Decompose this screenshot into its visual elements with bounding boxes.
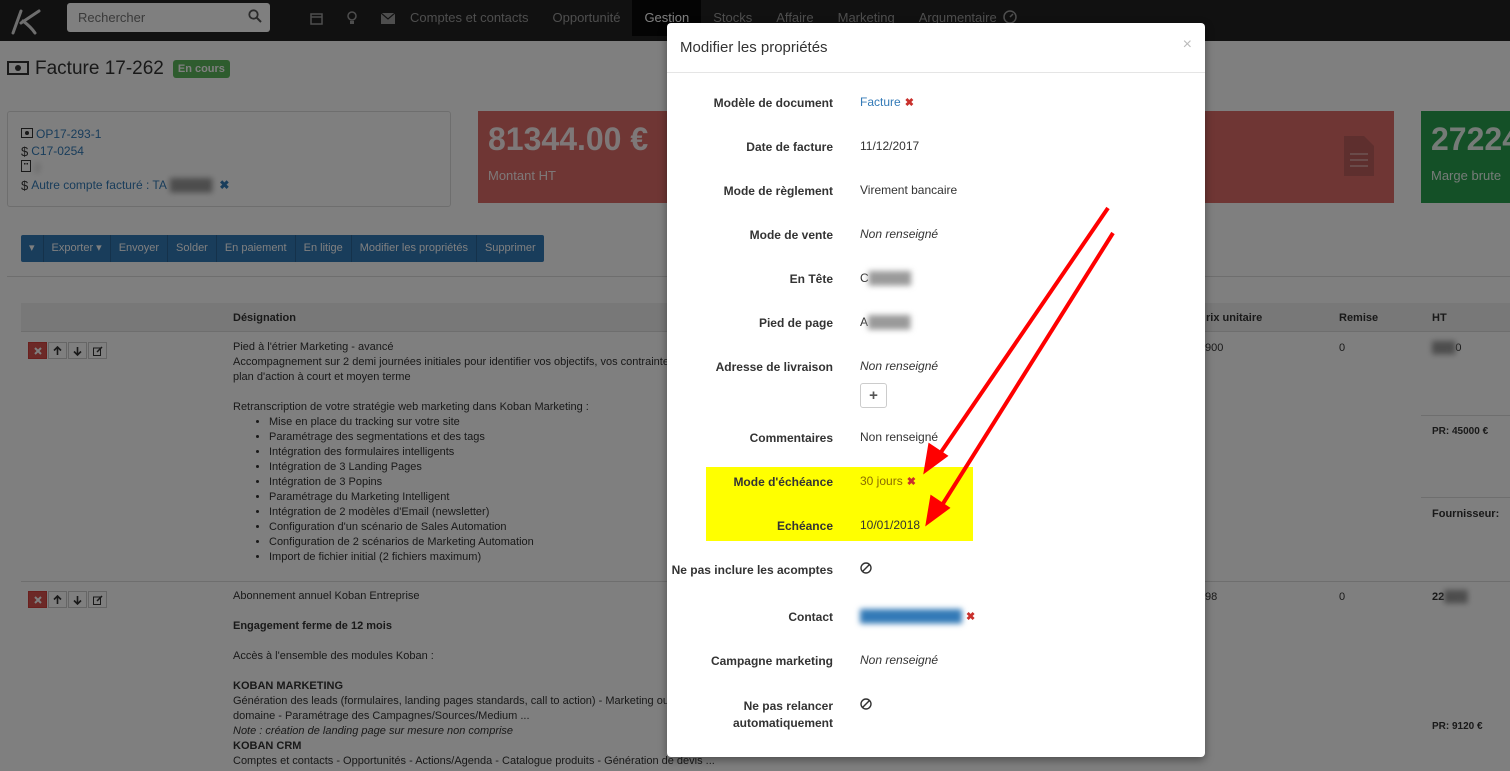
field-value: Facture ✖ [860, 95, 914, 109]
highlight-box [706, 467, 973, 541]
edit-properties-modal: Modifier les propriétés × Modèle de docu… [667, 23, 1205, 757]
invoice-date-value[interactable]: 11/12/2017 [860, 139, 919, 153]
field-label: Modèle de document [713, 96, 833, 110]
comments-value[interactable]: Non renseigné [860, 430, 938, 444]
modal-title: Modifier les propriétés [680, 39, 828, 56]
field-label: Mode de vente [749, 228, 833, 242]
field-label: Mode de règlement [723, 184, 833, 198]
sale-mode-value[interactable]: Non renseigné [860, 227, 938, 241]
header-value[interactable]: C█████ [860, 271, 911, 285]
delivery-address-value[interactable]: Non renseigné [860, 359, 938, 373]
field-label: Date de facture [746, 140, 833, 154]
modal-header: Modifier les propriétés × [667, 23, 1205, 73]
field-label: Pied de page [758, 316, 833, 330]
footer-value[interactable]: A█████ [860, 315, 911, 329]
remove-icon[interactable]: ✖ [905, 97, 914, 109]
field-label: Commentaires [749, 431, 833, 445]
document-model-link[interactable]: Facture [860, 95, 901, 109]
field-label: Adresse de livraison [715, 360, 833, 374]
payment-mode-value[interactable]: Virement bancaire [860, 183, 957, 197]
field-label: En Tête [789, 272, 833, 286]
add-address-button[interactable]: + [860, 383, 887, 408]
close-icon[interactable]: × [1183, 36, 1192, 54]
